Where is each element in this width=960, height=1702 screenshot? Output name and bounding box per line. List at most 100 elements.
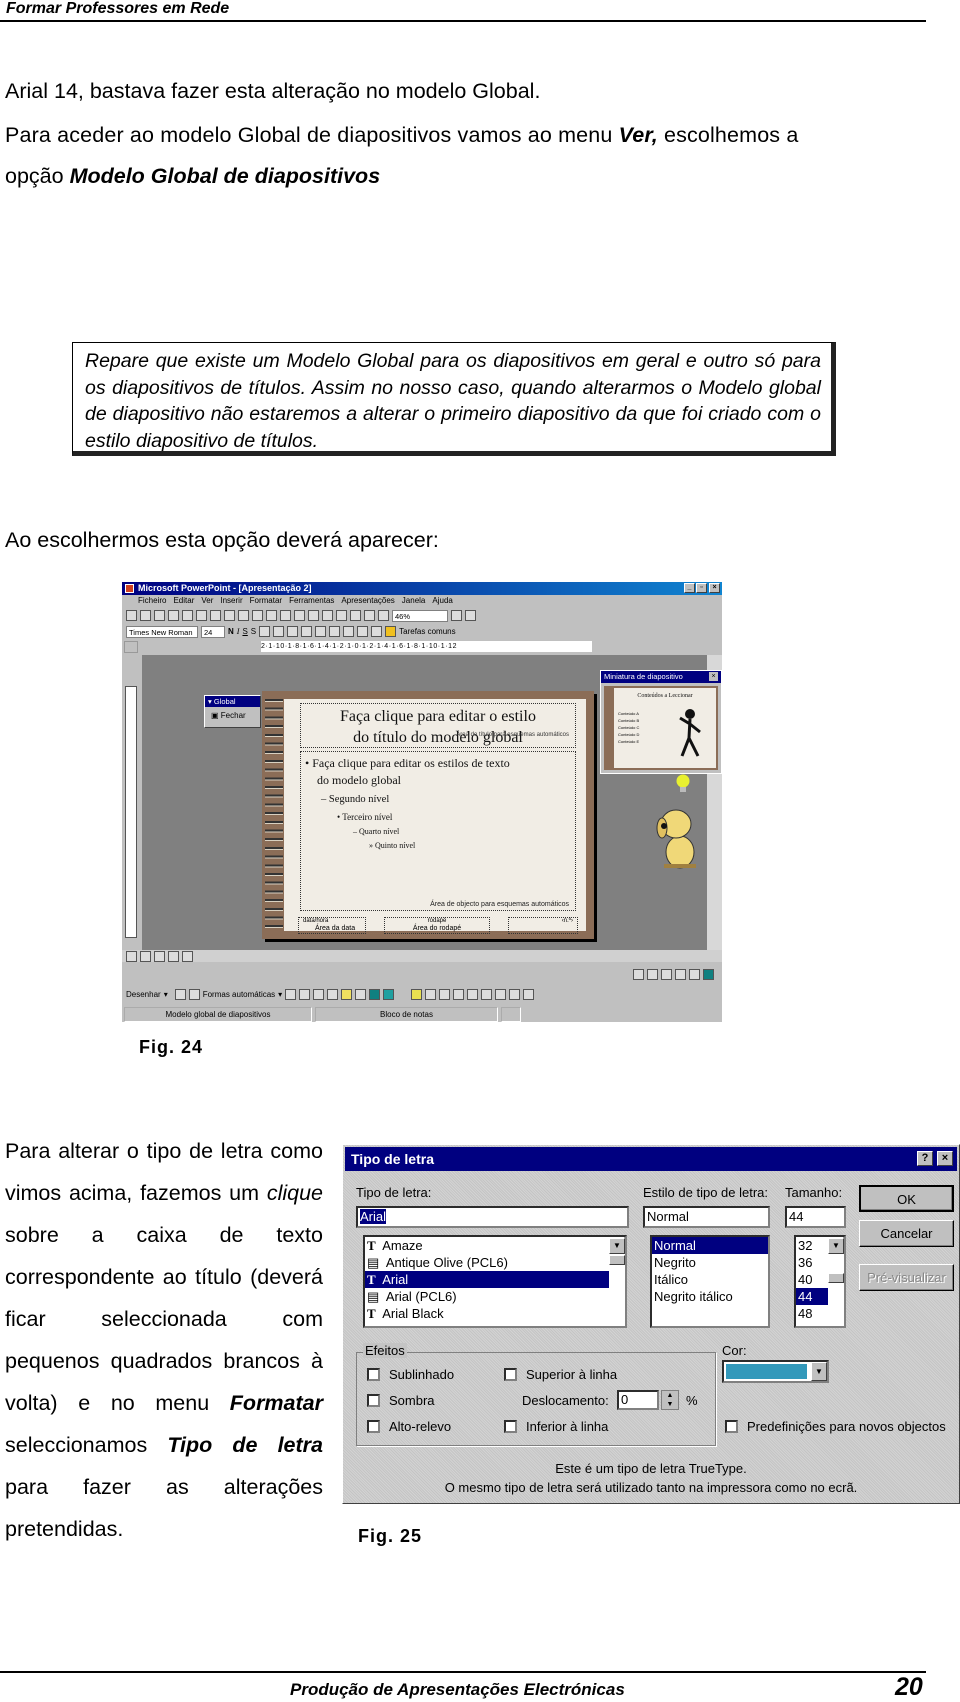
menu-ficheiro[interactable]: Ficheiro (138, 596, 166, 605)
style-list[interactable]: Normal Negrito Itálico Negrito itálico (650, 1235, 770, 1328)
italic-button[interactable]: I (237, 627, 240, 636)
menu-formatar[interactable]: Formatar (250, 596, 282, 605)
scroll-down-icon[interactable]: ▼ (828, 1238, 844, 1254)
size-list-scrollbar[interactable]: ▲▼ (828, 1237, 844, 1283)
tool-icon[interactable] (467, 988, 479, 1000)
bold-button[interactable]: N (228, 627, 234, 636)
color-select[interactable]: ▼ (722, 1360, 829, 1383)
style-option-selected[interactable]: Normal (652, 1237, 768, 1254)
fill-icon[interactable] (341, 988, 353, 1000)
scroll-thumb[interactable] (828, 1273, 844, 1283)
size-select[interactable]: 24 (201, 625, 225, 638)
close-icon[interactable]: × (709, 583, 720, 593)
menu-apresentacoes[interactable]: Apresentações (341, 596, 394, 605)
expand-icon[interactable] (364, 610, 375, 621)
restore-icon[interactable]: ▫ (696, 583, 707, 593)
paste-icon[interactable] (238, 610, 249, 621)
offset-input[interactable]: 0 (617, 1390, 659, 1410)
slideshow-icon[interactable] (182, 950, 193, 962)
cut-icon[interactable] (210, 610, 221, 621)
underline-button[interactable]: S (242, 627, 247, 636)
minimize-icon[interactable]: _ (684, 583, 695, 593)
increase-font-icon[interactable] (329, 626, 341, 637)
table-icon[interactable] (322, 610, 333, 621)
tool-icon[interactable] (509, 988, 521, 1000)
font-option[interactable]: ▤ Arial (PCL6) (365, 1288, 625, 1305)
tool-icon[interactable] (453, 988, 465, 1000)
size-option[interactable]: 36 (796, 1254, 844, 1271)
tool-icon[interactable] (439, 988, 451, 1000)
3d-icon[interactable] (383, 988, 395, 1000)
footer-placeholder[interactable]: rodapé Área do rodapé (384, 917, 490, 934)
style-option[interactable]: Negrito itálico (652, 1288, 768, 1305)
underline-checkbox[interactable] (367, 1368, 380, 1381)
grayscale-icon[interactable] (378, 610, 389, 621)
size-input[interactable]: 44 (785, 1206, 846, 1228)
rectangle-icon[interactable] (313, 988, 325, 1000)
decrease-font-icon[interactable] (343, 626, 355, 637)
style-option[interactable]: Itálico (652, 1271, 768, 1288)
number-placeholder[interactable]: ‹n.º› (508, 917, 578, 934)
superscript-checkbox[interactable] (504, 1368, 517, 1381)
new-slide-icon[interactable] (350, 610, 361, 621)
chart-icon[interactable] (336, 610, 347, 621)
tool-icon[interactable] (647, 969, 658, 980)
slide-view-icon[interactable] (154, 950, 165, 962)
copy-icon[interactable] (224, 610, 235, 621)
font-size-icon[interactable] (451, 610, 462, 621)
arrow-icon[interactable] (299, 988, 311, 1000)
align-left-icon[interactable] (259, 626, 271, 637)
emboss-checkbox[interactable] (367, 1420, 380, 1433)
help-icon[interactable]: ? (917, 1151, 933, 1166)
email-icon[interactable] (168, 610, 179, 621)
font-list-scrollbar[interactable]: ▲▼ (609, 1237, 625, 1265)
slide-master[interactable]: Faça clique para editar o estilo do títu… (262, 691, 594, 939)
new-icon[interactable] (126, 610, 137, 621)
normal-view-icon[interactable] (126, 950, 137, 962)
font-option[interactable]: T Arial Black (365, 1305, 625, 1322)
redo-icon[interactable] (280, 610, 291, 621)
rotate-icon[interactable] (188, 988, 200, 1000)
select-arrow-icon[interactable] (174, 988, 186, 1000)
tool-icon[interactable] (661, 969, 672, 980)
line-icon[interactable] (285, 988, 297, 1000)
tables-icon[interactable] (308, 610, 319, 621)
zoom-select[interactable]: 46% (392, 609, 448, 622)
offset-spinner[interactable]: ▲ ▼ (661, 1390, 679, 1410)
menu-ferramentas[interactable]: Ferramentas (289, 596, 334, 605)
draw-menu-button[interactable]: Desenhar (126, 990, 161, 999)
body-placeholder[interactable]: • Faça clique para editar os estilos de … (300, 751, 576, 911)
office-assistant-dog-icon[interactable] (650, 802, 706, 870)
shadow-checkbox[interactable] (367, 1394, 380, 1407)
menu-ver[interactable]: Ver (201, 596, 213, 605)
menu-janela[interactable]: Janela (402, 596, 426, 605)
cancel-button[interactable]: Cancelar (859, 1220, 954, 1247)
autoshapes-button[interactable]: Formas automáticas (203, 990, 275, 999)
print-icon[interactable] (182, 610, 193, 621)
font-list[interactable]: T Amaze ▤ Antique Olive (PCL6) T Arial ▤… (363, 1235, 627, 1328)
help-icon[interactable] (465, 610, 476, 621)
outline-view-icon[interactable] (140, 950, 151, 962)
scroll-down-icon[interactable]: ▼ (609, 1238, 625, 1254)
tasks-button[interactable]: Tarefas comuns (399, 627, 455, 636)
subscript-checkbox[interactable] (504, 1420, 517, 1433)
size-option-selected[interactable]: 44 (796, 1288, 828, 1305)
tool-icon[interactable] (425, 988, 437, 1000)
preview-button[interactable]: Pré-visualizar (859, 1264, 954, 1291)
undo-icon[interactable] (266, 610, 277, 621)
font-option[interactable]: T Amaze (365, 1237, 625, 1254)
title-placeholder[interactable]: Faça clique para editar o estilo do títu… (300, 703, 576, 748)
dropdown-arrow-icon[interactable]: ▼ (811, 1362, 827, 1381)
font-select[interactable]: Times New Roman (126, 625, 198, 638)
font-option-selected[interactable]: T Arial (365, 1271, 609, 1288)
shadow-icon[interactable] (369, 988, 381, 1000)
tool-icon[interactable] (481, 988, 493, 1000)
sorter-view-icon[interactable] (168, 950, 179, 962)
close-icon[interactable]: × (709, 672, 718, 681)
open-icon[interactable] (140, 610, 151, 621)
spelling-icon[interactable] (196, 610, 207, 621)
menu-editar[interactable]: Editar (173, 596, 194, 605)
line-color-icon[interactable] (355, 988, 367, 1000)
textbox-icon[interactable] (327, 988, 339, 1000)
menu-ajuda[interactable]: Ajuda (432, 596, 452, 605)
